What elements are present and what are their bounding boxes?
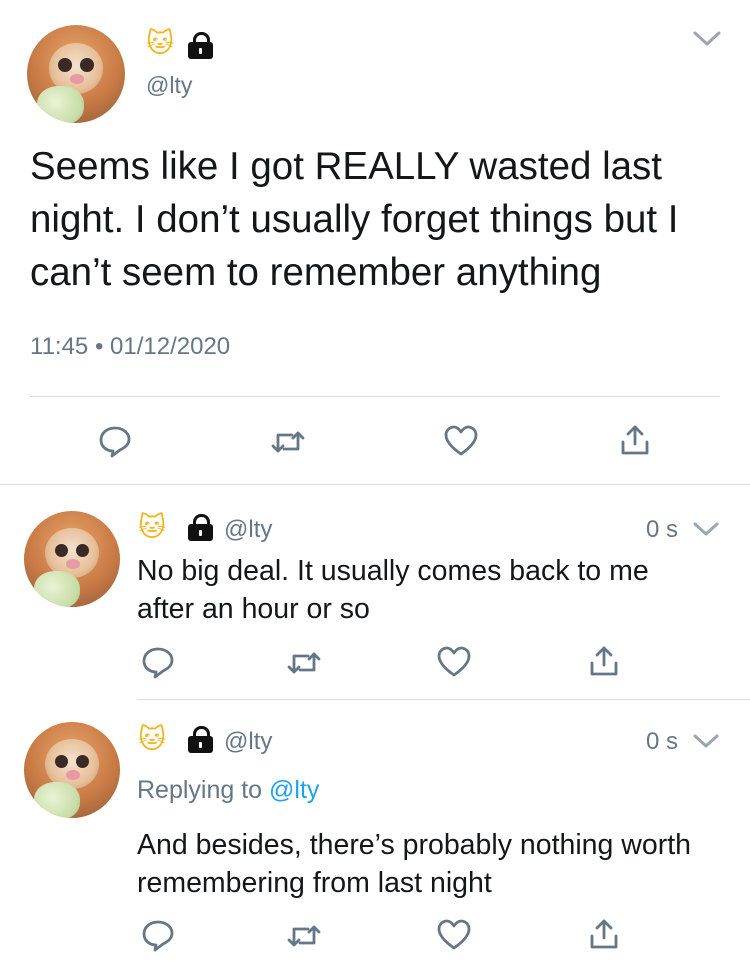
replying-to-handle-link[interactable]: @lty <box>269 776 319 804</box>
chevron-down-icon[interactable] <box>692 30 722 48</box>
replying-to: Replying to @lty <box>137 776 319 805</box>
handle[interactable]: @lty <box>224 516 272 544</box>
handle[interactable]: @lty <box>146 72 192 99</box>
tweet-text: And besides, there’s probably nothing wo… <box>137 829 691 899</box>
tweet-time: 0 s <box>646 728 679 755</box>
lock-icon <box>188 514 213 541</box>
retweet-icon[interactable] <box>286 921 322 951</box>
reply-icon[interactable] <box>141 918 175 952</box>
avatar[interactable] <box>24 511 120 607</box>
like-icon[interactable] <box>444 425 478 457</box>
share-icon[interactable] <box>589 918 619 950</box>
cat-emoji: 🐱 <box>138 512 167 543</box>
like-icon[interactable] <box>437 646 471 678</box>
cat-emoji: 🐱 <box>146 28 175 59</box>
reply-icon[interactable] <box>98 424 132 458</box>
replying-to-label: Replying to <box>137 776 263 804</box>
retweet-icon[interactable] <box>286 648 322 678</box>
cat-emoji: 🐱 <box>138 724 167 755</box>
section-divider <box>0 484 750 485</box>
share-icon[interactable] <box>620 424 650 456</box>
tweet-text: Seems like I got REALLY wasted last nigh… <box>30 145 679 294</box>
avatar[interactable] <box>24 722 120 818</box>
tweet-time: 0 s <box>646 516 679 543</box>
avatar[interactable] <box>27 25 125 123</box>
like-icon[interactable] <box>437 919 471 951</box>
share-icon[interactable] <box>589 645 619 677</box>
section-divider <box>137 699 750 700</box>
lock-icon <box>188 726 213 753</box>
chevron-down-icon[interactable] <box>692 521 720 537</box>
retweet-icon[interactable] <box>270 427 306 457</box>
reply-icon[interactable] <box>141 645 175 679</box>
lock-icon <box>188 32 213 59</box>
handle[interactable]: @lty <box>224 728 272 756</box>
divider <box>30 396 720 397</box>
chevron-down-icon[interactable] <box>692 733 720 749</box>
tweet-timestamp: 11:45 • 01/12/2020 <box>30 333 231 360</box>
tweet-text: No big deal. It usually comes back to me… <box>137 555 649 625</box>
